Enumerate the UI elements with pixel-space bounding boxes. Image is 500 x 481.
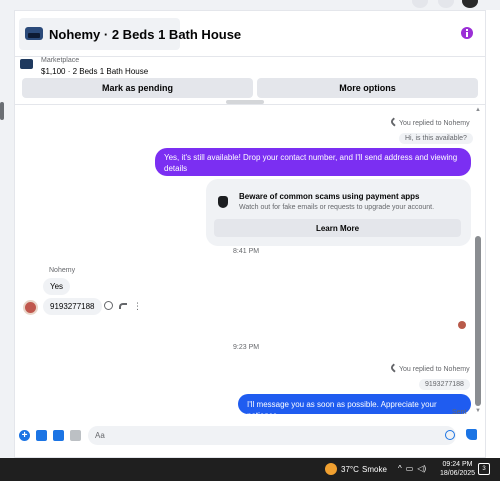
listing-thumbnail [25,27,43,40]
reply-note-text: You replied to Nohemy [399,366,470,373]
left-panel-edge [0,10,14,458]
sender-name: Nohemy [49,267,76,274]
notification-badge[interactable]: 3 [478,463,490,475]
taskbar: 37°C Smoke ^ ▭ ◁) 09:24 PM 18/06/2025 3 [0,458,500,481]
weather-icon[interactable] [325,463,337,475]
chat-window: Nohemy · 2 Beds 1 Bath House Marketplace… [14,10,486,458]
quoted-message[interactable]: Hi, is this available? [399,133,473,144]
clock-time: 09:24 PM [442,461,473,468]
system-tray: ^ ▭ ◁) [398,464,426,473]
shield-icon [218,196,228,208]
quoted-message[interactable]: 9193277188 [419,379,470,390]
scam-warning-card: Beware of common scams using payment app… [206,179,471,246]
mark-as-pending-button[interactable]: Mark as pending [22,78,253,98]
reply-note-text: You replied to Nohemy [399,120,470,127]
divider [15,104,485,105]
plus-icon[interactable]: + [19,430,30,441]
chat-header[interactable]: Nohemy · 2 Beds 1 Bath House [19,18,241,50]
chevron-up-icon[interactable]: ^ [398,464,402,473]
react-emoji-icon[interactable] [104,301,113,310]
toolbar-circle-icon[interactable] [438,0,454,8]
outgoing-message[interactable]: I'll message you as soon as possible. Ap… [238,394,471,420]
clock-date: 18/06/2025 [440,470,476,477]
thumbs-up-icon[interactable] [466,429,477,440]
avatar[interactable] [23,300,38,315]
divider [15,56,485,57]
delivery-status: Sent [452,409,467,416]
info-icon[interactable] [461,27,473,39]
scrollbar[interactable] [475,236,481,406]
weather-condition[interactable]: Smoke [362,465,387,474]
network-icon[interactable]: ▭ [406,464,414,473]
reply-note: You replied to Nohemy [389,363,470,373]
browser-top-edge [0,0,500,10]
more-options-button[interactable]: More options [257,78,478,98]
scroll-down-arrow-icon[interactable]: ▼ [475,408,481,414]
emoji-icon[interactable] [445,430,455,440]
scroll-up-arrow-icon[interactable]: ▲ [475,107,481,113]
learn-more-button[interactable]: Learn More [214,219,461,237]
reply-icon[interactable] [119,302,127,309]
gif-icon[interactable] [70,430,81,441]
timestamp: 8:41 PM [233,248,260,255]
scam-subtitle: Watch out for fake emails or requests to… [239,204,435,211]
left-scroll-grip[interactable] [0,102,4,120]
weather-temperature[interactable]: 37°C [341,465,359,474]
reply-note: You replied to Nohemy [389,117,470,127]
volume-icon[interactable]: ◁) [417,464,426,473]
outgoing-message[interactable]: Yes, it's still available! Drop your con… [155,148,471,176]
chat-title: Nohemy · 2 Beds 1 Bath House [49,27,242,42]
incoming-message[interactable]: Yes [43,278,71,295]
photo-icon[interactable] [36,430,47,441]
toolbar-circle-icon[interactable] [412,0,428,8]
reply-icon [389,363,399,373]
timestamp: 9:23 PM [233,344,260,351]
seen-avatar [458,321,466,329]
message-actions: ⋮ [104,301,142,310]
composer: + Aa [15,425,485,447]
incoming-message[interactable]: 9193277188 [43,298,102,315]
message-input[interactable]: Aa [88,426,456,445]
reply-icon [389,117,399,127]
sticker-icon[interactable] [53,430,64,441]
listing-label: Marketplace [41,57,80,64]
profile-avatar-icon[interactable] [462,0,478,8]
clock[interactable]: 09:24 PM 18/06/2025 [440,460,475,478]
listing-image [20,59,33,69]
listing-detail[interactable]: $1,100 · 2 Beds 1 Bath House [41,67,148,76]
more-dots-icon[interactable]: ⋮ [133,301,142,310]
scam-title: Beware of common scams using payment app… [239,192,420,201]
screen: Nohemy · 2 Beds 1 Bath House Marketplace… [0,0,500,481]
